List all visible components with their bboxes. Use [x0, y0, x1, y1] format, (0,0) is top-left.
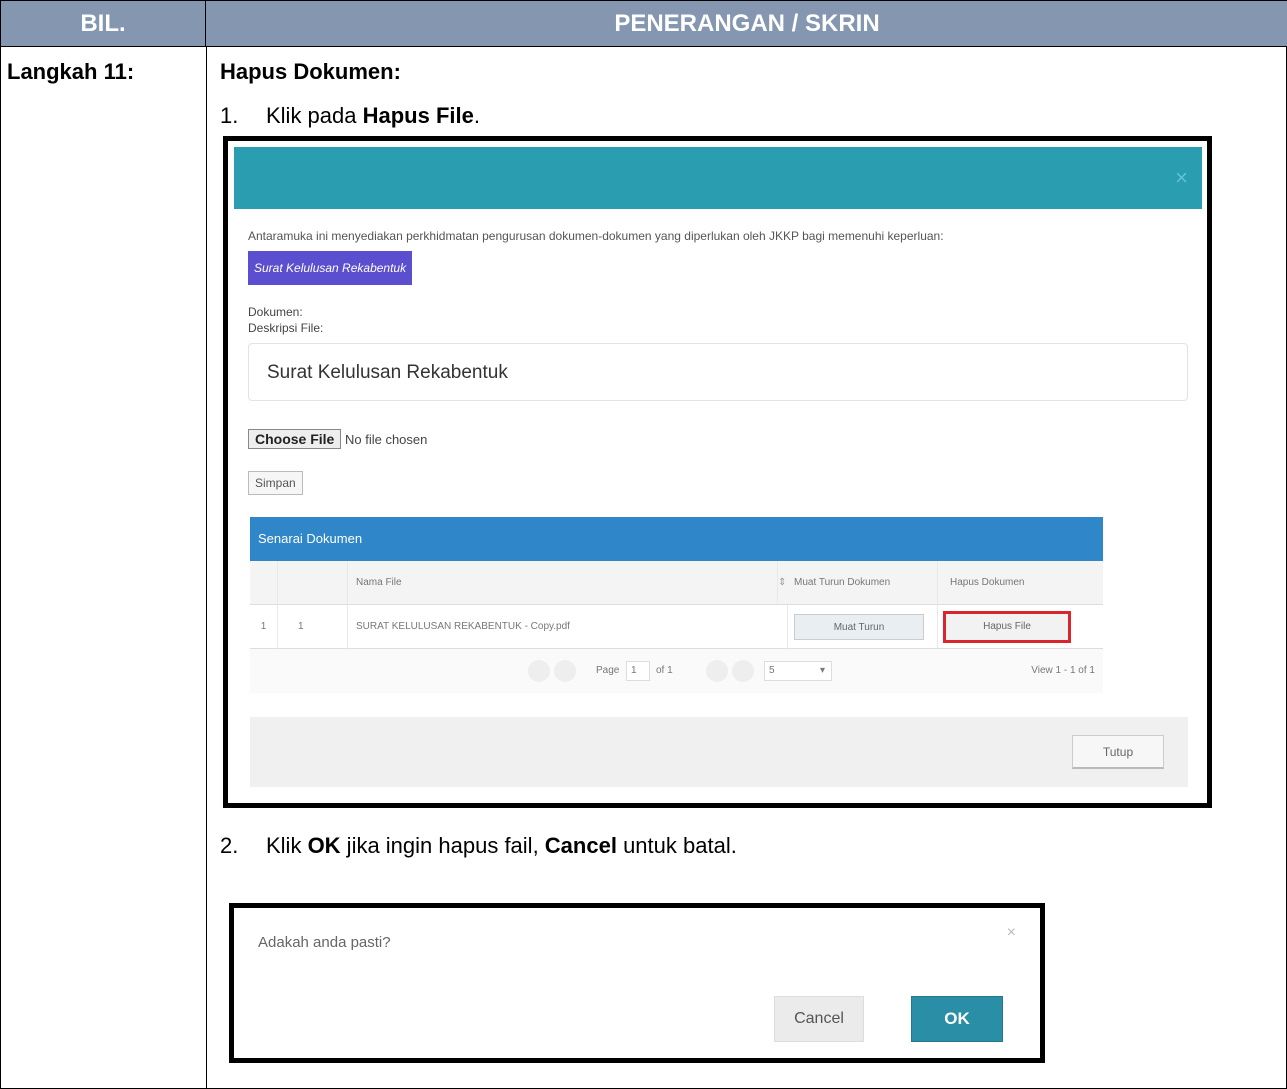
column-divider [206, 47, 207, 1089]
choose-file-button[interactable]: Choose File [248, 429, 342, 449]
row-number: 1 [278, 605, 348, 649]
table-header: BIL. PENERANGAN / SKRIN [1, 1, 1287, 47]
row-delete-cell: Hapus File [938, 605, 1103, 649]
document-grid: Senarai Dokumen Nama File ⇕ Muat Turun D… [250, 517, 1103, 717]
file-input-row: Choose File No file chosen [248, 429, 427, 449]
modal-header: × [234, 147, 1202, 209]
close-button[interactable]: Tutup [1072, 735, 1164, 769]
save-button[interactable]: Simpan [248, 471, 303, 495]
rows-per-page-value: 5 [769, 665, 775, 676]
step-title: Hapus Dokumen: [220, 59, 401, 84]
screenshot-confirm-dialog: Adakah anda pasti? × Cancel OK [229, 903, 1045, 1063]
instruction-text: Klik pada [266, 103, 363, 128]
grid-header-row: Nama File ⇕ Muat Turun Dokumen Hapus Dok… [250, 561, 1103, 605]
instruction-number: 1. [220, 103, 239, 128]
chevron-down-icon: ▾ [819, 665, 825, 676]
view-records-text: View 1 - 1 of 1 [1031, 665, 1095, 676]
row-file-name: SURAT KELULUSAN REKABENTUK - Copy.pdf [348, 605, 788, 649]
instruction-number: 2. [220, 833, 239, 858]
ok-button[interactable]: OK [911, 996, 1003, 1042]
modal-intro-text: Antaramuka ini menyediakan perkhidmatan … [248, 229, 944, 243]
modal-footer: Tutup [250, 717, 1188, 787]
grid-pager: Page 1 of 1 5 ▾ View 1 - 1 of 1 [250, 649, 1103, 693]
page-input[interactable]: 1 [626, 661, 650, 681]
dokumen-label: Dokumen: [248, 305, 303, 319]
instruction-text: Klik [266, 833, 308, 858]
no-file-text: No file chosen [344, 432, 428, 447]
document-type-button[interactable]: Surat Kelulusan Rekabentuk [248, 251, 413, 285]
header-bil: BIL. [1, 1, 206, 47]
deskripsi-label: Deskripsi File: [248, 321, 324, 335]
next-page-icon[interactable] [706, 660, 728, 682]
step-label: Langkah 11: [7, 59, 135, 84]
hapus-file-button[interactable]: Hapus File [943, 611, 1071, 643]
row-index: 1 [250, 605, 278, 649]
first-page-icon[interactable] [528, 660, 550, 682]
deskripsi-field[interactable]: Surat Kelulusan Rekabentuk [248, 343, 1188, 401]
instruction-bold: Hapus File [362, 103, 474, 128]
grid-header-cell [250, 561, 278, 605]
column-header-muat-turun: Muat Turun Dokumen [788, 561, 938, 605]
prev-page-icon[interactable] [554, 660, 576, 682]
instruction-bold: Cancel [544, 833, 617, 858]
column-header-nama-file[interactable]: Nama File [348, 561, 778, 605]
instruction-text: jika ingin hapus fail, [340, 833, 545, 858]
table-row: 1 1 SURAT KELULUSAN REKABENTUK - Copy.pd… [250, 605, 1103, 649]
document-modal: × Antaramuka ini menyediakan perkhidmata… [234, 147, 1202, 797]
instruction-bold: OK [307, 833, 341, 858]
row-download-cell: Muat Turun [788, 605, 938, 649]
document-table: BIL. PENERANGAN / SKRIN Langkah 11: Hapu… [0, 0, 1287, 1089]
download-button[interactable]: Muat Turun [794, 614, 924, 640]
page-label: Page [596, 665, 620, 676]
column-header-hapus: Hapus Dokumen [950, 577, 1025, 588]
last-page-icon[interactable] [732, 660, 754, 682]
dialog-message: Adakah anda pasti? [258, 934, 391, 951]
close-icon[interactable]: × [1007, 924, 1016, 942]
cancel-button[interactable]: Cancel [774, 996, 864, 1042]
header-penerangan: PENERANGAN / SKRIN [614, 10, 880, 37]
page-of: of 1 [656, 665, 673, 676]
instruction-2: 2. Klik OK jika ingin hapus fail, Cancel … [220, 833, 737, 859]
rows-per-page-select[interactable]: 5 ▾ [764, 661, 832, 681]
instruction-text: untuk batal. [616, 833, 737, 858]
screenshot-document-modal: × Antaramuka ini menyediakan perkhidmata… [223, 136, 1212, 808]
instruction-1: 1. Klik pada Hapus File. [220, 103, 480, 129]
instruction-text: . [473, 103, 480, 128]
close-icon[interactable]: × [1175, 165, 1188, 191]
grid-caption: Senarai Dokumen [250, 517, 1103, 561]
sort-icon[interactable]: ⇕ [778, 561, 788, 605]
grid-header-cell [278, 561, 348, 605]
